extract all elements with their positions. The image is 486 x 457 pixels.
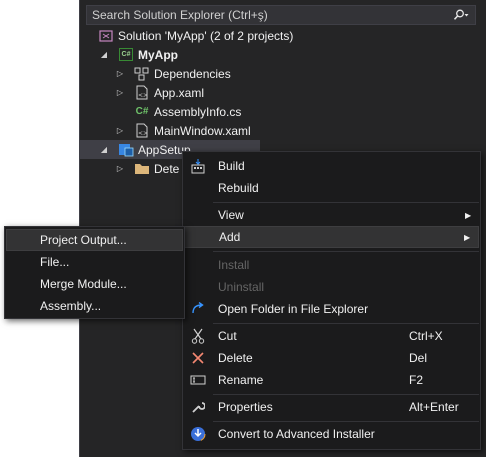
submenu-arrow-icon: ▶	[465, 210, 472, 220]
detected-label: Dete	[154, 161, 180, 176]
menu-separator	[213, 202, 479, 203]
assemblyinfo-label: AssemblyInfo.cs	[154, 104, 242, 119]
myapp-label: MyApp	[138, 47, 178, 62]
mainwindow-label: MainWindow.xaml	[154, 123, 251, 138]
menu-item-view[interactable]: View ▶	[184, 204, 479, 226]
menu-item-build[interactable]: Build	[184, 155, 479, 177]
submenu-item-project-output[interactable]: Project Output...	[6, 229, 183, 251]
submenu-item-file[interactable]: File...	[6, 251, 183, 273]
search-icon	[453, 9, 469, 20]
tree-item-detected[interactable]: ▷ Dete	[114, 159, 179, 178]
search-box[interactable]: Search Solution Explorer (Ctrl+ş)	[86, 5, 476, 25]
menu-separator	[213, 421, 479, 422]
xaml-file-icon: <>	[134, 123, 150, 139]
expanded-arrow-icon[interactable]: ◢	[98, 144, 110, 156]
wrench-icon	[184, 400, 212, 414]
add-submenu: Project Output... File... Merge Module..…	[4, 226, 185, 319]
app-xaml-label: App.xaml	[154, 85, 205, 100]
xaml-file-icon: <>	[134, 85, 150, 101]
menu-separator	[213, 323, 479, 324]
collapsed-arrow-icon[interactable]: ▷	[114, 125, 126, 137]
rename-icon	[184, 374, 212, 386]
tree-item-dependencies[interactable]: ▷ Dependencies	[114, 64, 231, 83]
tree-item-assemblyinfo[interactable]: C# AssemblyInfo.cs	[134, 102, 242, 121]
tree-item-solution[interactable]: Solution 'MyApp' (2 of 2 projects)	[98, 26, 293, 45]
menu-item-add[interactable]: Add ▶	[184, 226, 479, 248]
submenu-arrow-icon: ▶	[464, 232, 471, 242]
dependencies-label: Dependencies	[154, 66, 231, 81]
build-icon	[184, 158, 212, 174]
tree-item-app-xaml[interactable]: ▷ <> App.xaml	[114, 83, 204, 102]
menu-item-open-folder[interactable]: Open Folder in File Explorer	[184, 298, 479, 320]
svg-text:<>: <>	[138, 92, 148, 99]
context-menu: Build Rebuild View ▶ Add ▶ Install Unins…	[182, 151, 481, 450]
csharp-file-icon: C#	[135, 106, 149, 117]
screen: Search Solution Explorer (Ctrl+ş) Soluti…	[0, 0, 486, 457]
setup-project-icon	[118, 142, 134, 158]
menu-item-rename[interactable]: Rename F2	[184, 369, 479, 391]
menu-item-rebuild[interactable]: Rebuild	[184, 177, 479, 199]
advanced-installer-icon	[184, 426, 212, 442]
dependencies-icon	[134, 66, 150, 82]
menu-item-properties[interactable]: Properties Alt+Enter	[184, 396, 479, 418]
submenu-item-assembly[interactable]: Assembly...	[6, 295, 183, 317]
menu-item-install[interactable]: Install	[184, 254, 479, 276]
menu-item-cut[interactable]: Cut Ctrl+X	[184, 325, 479, 347]
submenu-item-merge-module[interactable]: Merge Module...	[6, 273, 183, 295]
solution-label: Solution 'MyApp' (2 of 2 projects)	[118, 28, 294, 43]
menu-separator	[213, 394, 479, 395]
folder-icon	[134, 161, 150, 177]
delete-x-icon	[184, 351, 212, 365]
collapsed-arrow-icon[interactable]: ▷	[114, 163, 126, 175]
collapsed-arrow-icon[interactable]: ▷	[114, 87, 126, 99]
menu-separator	[213, 251, 479, 252]
menu-item-convert[interactable]: Convert to Advanced Installer	[184, 423, 479, 445]
search-options-button[interactable]	[447, 6, 475, 24]
collapsed-arrow-icon[interactable]: ▷	[114, 68, 126, 80]
scissors-icon	[184, 328, 212, 344]
menu-item-delete[interactable]: Delete Del	[184, 347, 479, 369]
csharp-project-icon: C#	[118, 47, 134, 63]
solution-icon	[98, 28, 114, 44]
menu-item-uninstall[interactable]: Uninstall	[184, 276, 479, 298]
svg-text:<>: <>	[138, 130, 148, 137]
expanded-arrow-icon[interactable]: ◢	[98, 49, 110, 61]
search-input[interactable]: Search Solution Explorer (Ctrl+ş)	[87, 8, 447, 22]
open-folder-icon	[184, 302, 212, 316]
tree-item-mainwindow[interactable]: ▷ <> MainWindow.xaml	[114, 121, 251, 140]
tree-item-myapp[interactable]: ◢ C# MyApp	[98, 45, 178, 64]
